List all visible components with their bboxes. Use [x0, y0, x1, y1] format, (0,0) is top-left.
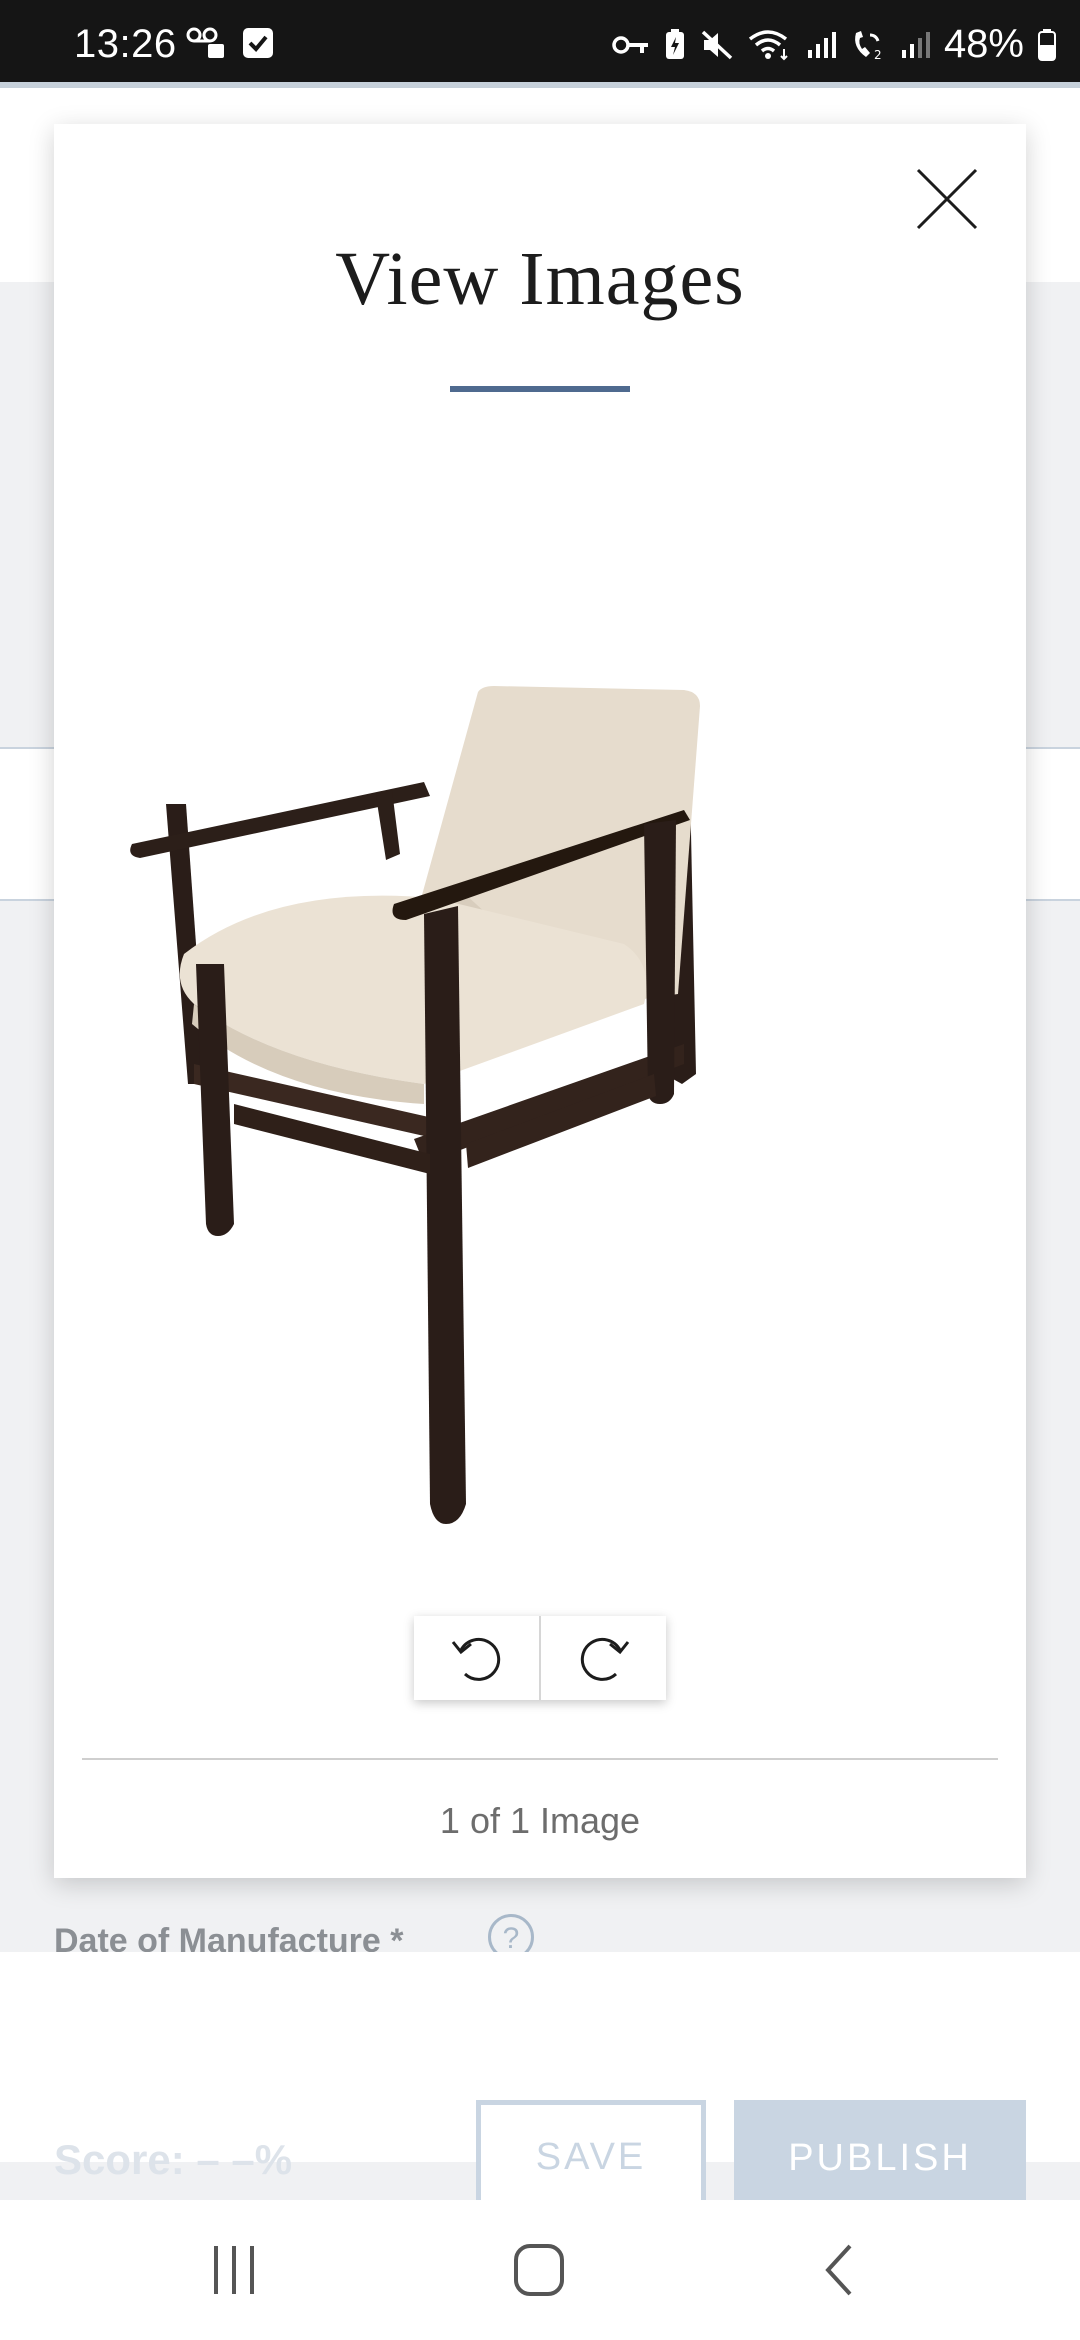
status-bar: 13:26 2 48% [0, 0, 1080, 82]
score-label: Score: – –% [54, 2136, 293, 2183]
image-counter: 1 of 1 Image [439, 1800, 641, 1841]
signal-sim2-icon [901, 31, 930, 58]
rotate-right-button[interactable] [539, 1616, 666, 1700]
key-icon [612, 35, 648, 54]
rotate-left-button[interactable] [414, 1616, 539, 1700]
close-icon [916, 168, 978, 230]
home-icon [514, 2244, 564, 2296]
recents-button[interactable] [210, 2240, 260, 2305]
home-button[interactable] [510, 2240, 570, 2305]
wifi-calling-icon: 2 [855, 30, 882, 61]
navigation-bar [0, 2200, 1080, 2340]
modal-divider [82, 1758, 998, 1760]
close-button[interactable] [912, 164, 982, 234]
wifi-icon [748, 29, 788, 60]
save-button[interactable]: SAVE [476, 2100, 706, 2214]
recents-icon [214, 2246, 254, 2294]
status-right-icons: 2 48% [612, 22, 1056, 67]
view-images-modal: View Images 1 of 1 Image [54, 124, 1026, 1878]
publish-button[interactable]: PUBLISH [734, 2100, 1026, 2216]
armchair-image [130, 686, 700, 1524]
rotate-right-icon [580, 1637, 629, 1681]
checkbox-notification-icon [243, 28, 273, 58]
back-button[interactable] [820, 2240, 860, 2305]
svg-text:2: 2 [874, 48, 882, 61]
status-left-icons [186, 26, 274, 60]
back-icon [825, 2244, 852, 2296]
battery-icon [1038, 28, 1056, 61]
status-time: 13:26 [74, 22, 177, 66]
battery-percent: 48% [943, 22, 1024, 66]
image-viewer[interactable] [124, 684, 964, 1544]
signal-icon [807, 31, 836, 58]
rotate-controls [414, 1616, 666, 1700]
title-underline [450, 386, 630, 392]
battery-saver-icon [665, 28, 684, 59]
modal-title: View Images [335, 237, 745, 321]
mute-icon [701, 30, 733, 59]
rotate-left-icon [451, 1637, 500, 1681]
voicemail-icon [186, 27, 224, 58]
